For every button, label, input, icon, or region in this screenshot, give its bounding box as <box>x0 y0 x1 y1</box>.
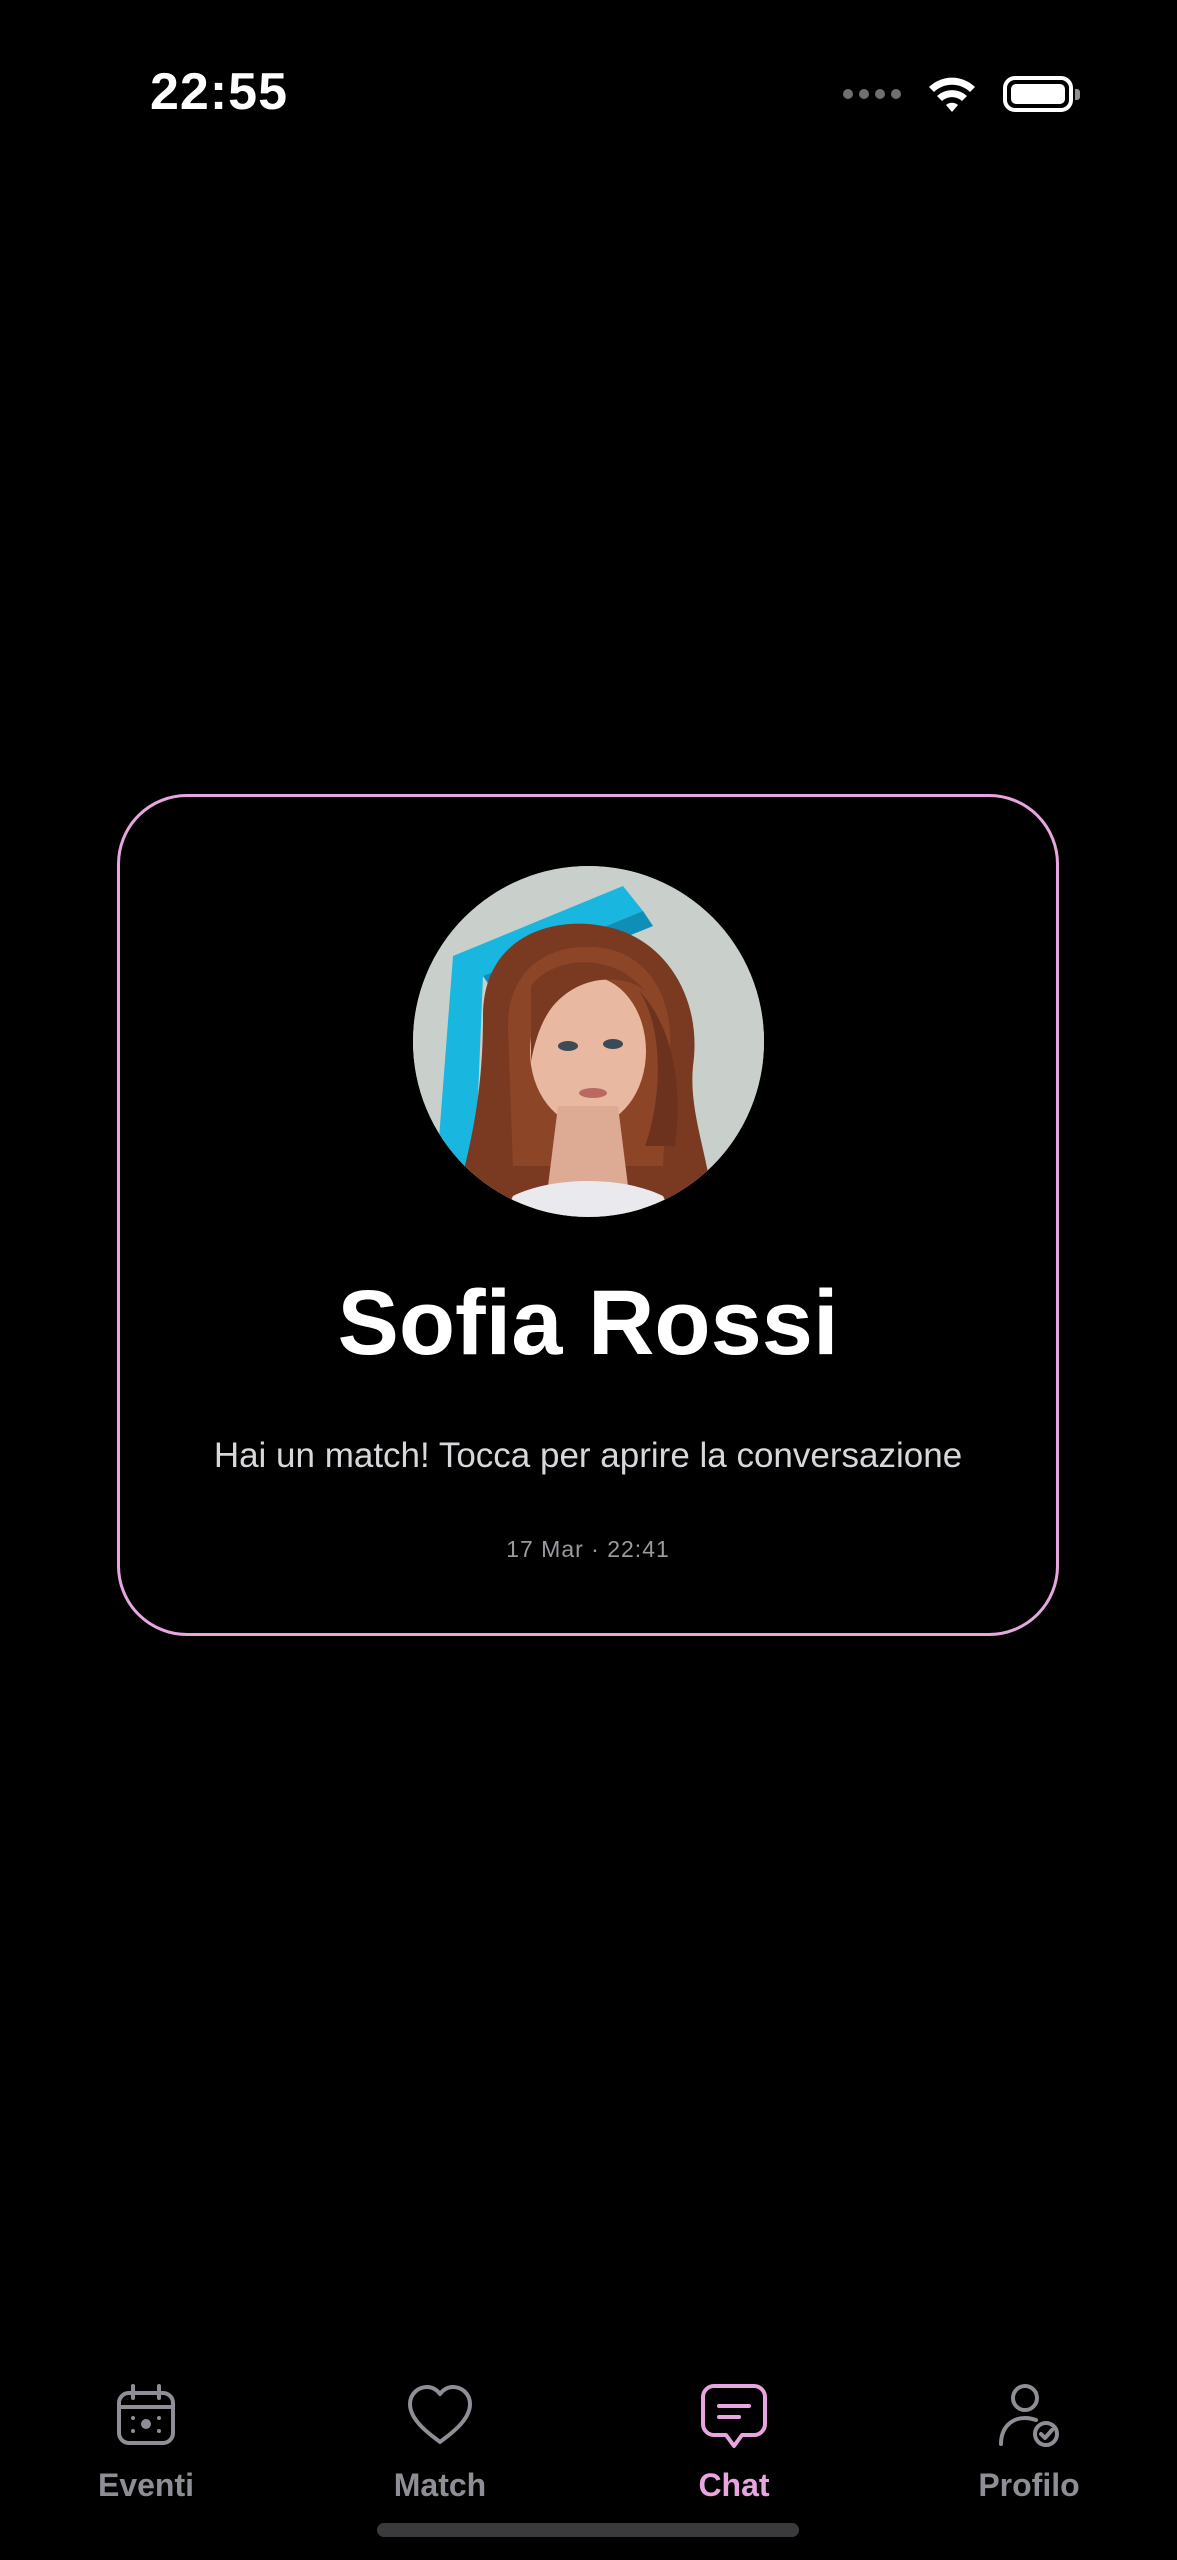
tab-bar: Eventi Match Chat Profilo <box>0 2380 1177 2520</box>
tab-label-chat: Chat <box>698 2467 770 2503</box>
status-icons <box>843 72 1080 116</box>
tab-label-match: Match <box>393 2467 487 2503</box>
tab-eventi[interactable]: Eventi <box>46 2380 246 2520</box>
home-indicator[interactable] <box>377 2523 799 2537</box>
profile-photo <box>413 866 764 1217</box>
cellular-signal-icon <box>843 72 901 116</box>
chat-bubble-icon <box>701 2384 767 2448</box>
tab-label-eventi: Eventi <box>97 2467 195 2503</box>
tab-match[interactable]: Match <box>340 2380 540 2520</box>
tab-profilo[interactable]: Profilo <box>929 2380 1129 2520</box>
tab-chat[interactable]: Chat <box>634 2380 834 2520</box>
tab-label-profilo: Profilo <box>978 2467 1080 2503</box>
profile-check-icon <box>999 2384 1059 2447</box>
match-message: Hai un match! Tocca per aprire la conver… <box>213 1436 963 1475</box>
avatar <box>413 866 764 1217</box>
battery-icon <box>1003 76 1080 112</box>
calendar-icon <box>117 2384 175 2445</box>
heart-icon <box>408 2385 472 2444</box>
status-time: 22:55 <box>150 63 288 121</box>
match-timestamp: 17 Mar · 22:41 <box>506 1536 670 1562</box>
wifi-icon <box>929 77 975 112</box>
match-name: Sofia Rossi <box>337 1272 839 1374</box>
